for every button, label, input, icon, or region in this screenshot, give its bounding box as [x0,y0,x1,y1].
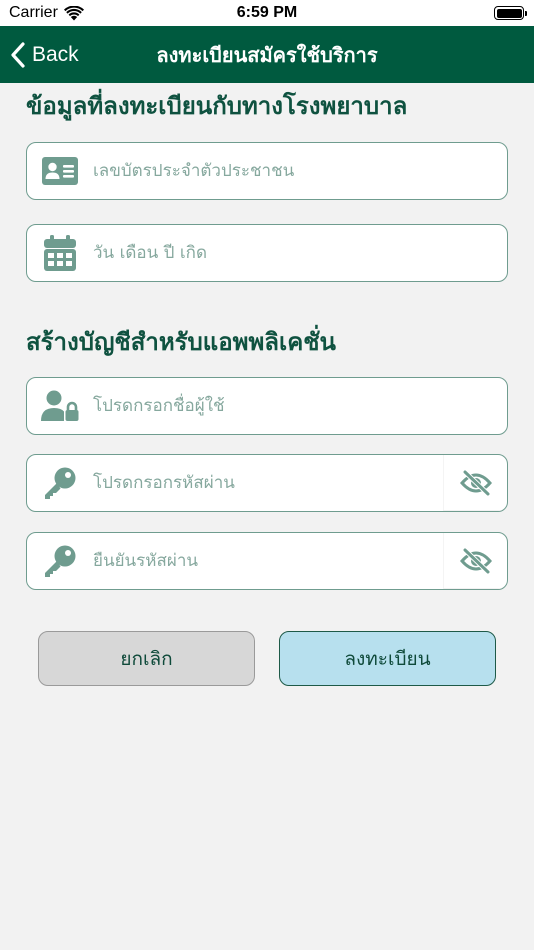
battery-level [496,8,522,18]
calendar-icon [27,225,93,281]
id-card-field [26,142,508,200]
navigation-bar: Back ลงทะเบียนสมัครใช้บริการ [0,26,534,83]
password-input[interactable] [93,455,443,511]
status-bar: Carrier 6:59 PM [0,0,534,26]
eye-slash-icon [459,548,492,574]
key-icon [27,533,93,589]
wifi-icon [63,5,84,20]
password-visibility-toggle[interactable] [443,455,507,511]
username-field [26,377,508,435]
carrier-label: Carrier [9,4,58,21]
page-title: ลงทะเบียนสมัครใช้บริการ [156,42,378,67]
account-section-title: สร้างบัญชีสำหรับแอพพลิเคชั่น [26,328,336,356]
eye-slash-icon [459,470,492,496]
cancel-button[interactable]: ยกเลิก [38,631,255,686]
id-card-input[interactable] [93,143,507,199]
hospital-section-title: ข้อมูลที่ลงทะเบียนกับทางโรงพยาบาล [26,92,408,120]
confirm-password-input[interactable] [93,533,443,589]
password-field [26,454,508,512]
back-label: Back [32,42,79,66]
key-icon [27,455,93,511]
field-edge [443,588,507,589]
id-card-icon [27,143,93,199]
status-left: Carrier [9,4,84,22]
register-button[interactable]: ลงทะเบียน [279,631,496,686]
username-input[interactable] [93,378,507,434]
confirm-password-visibility-toggle[interactable] [443,533,507,589]
field-edge [443,510,507,511]
user-lock-icon [27,378,93,434]
birthdate-field [26,224,508,282]
birthdate-input[interactable] [93,225,507,281]
chevron-left-icon [11,41,25,68]
battery-icon [494,6,527,20]
back-button[interactable]: Back [10,26,79,83]
confirm-password-field [26,532,508,590]
